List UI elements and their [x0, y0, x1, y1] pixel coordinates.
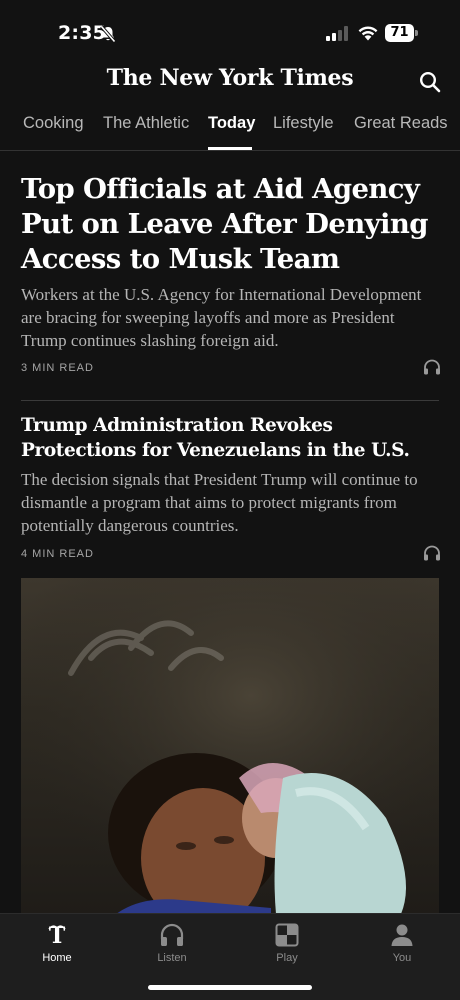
nav-listen[interactable]: Listen: [127, 922, 217, 964]
tab-today[interactable]: Today: [208, 114, 255, 133]
article-2-photo[interactable]: [21, 578, 439, 914]
tab-lifestyle[interactable]: Lifestyle: [273, 114, 334, 133]
article-1-summary[interactable]: Workers at the U.S. Agency for Internati…: [21, 283, 441, 352]
battery-icon: 71: [385, 24, 418, 42]
battery-cap: [415, 30, 418, 36]
home-indicator[interactable]: [148, 985, 312, 990]
section-tabs: Cooking The Athletic Today Lifestyle Gre…: [0, 104, 460, 151]
person-icon: [391, 924, 413, 946]
headphones-icon[interactable]: [423, 545, 441, 561]
article-2-read-time: 4 MIN READ: [21, 548, 94, 560]
photo-illustration: [21, 578, 439, 914]
battery-level: 71: [385, 24, 414, 42]
signal-icon: [326, 26, 348, 41]
article-2-summary[interactable]: The decision signals that President Trum…: [21, 468, 441, 537]
nyt-masthead-logo[interactable]: The New York Times: [0, 60, 460, 96]
tab-cooking[interactable]: Cooking: [23, 114, 84, 133]
nyt-logo-icon: T: [48, 923, 66, 948]
nav-listen-label: Listen: [157, 952, 187, 964]
play-grid-icon: [275, 923, 299, 947]
nav-play[interactable]: Play: [242, 922, 332, 964]
active-tab-indicator: [208, 147, 252, 150]
nav-play-label: Play: [276, 952, 298, 964]
bell-slash-icon: [100, 25, 116, 43]
wifi-icon: [358, 26, 378, 41]
article-divider: [21, 400, 439, 401]
headphones-icon: [160, 923, 184, 946]
headphones-icon[interactable]: [423, 359, 441, 375]
article-1-read-time: 3 MIN READ: [21, 362, 94, 374]
nav-you-label: You: [392, 952, 412, 964]
tab-the-athletic[interactable]: The Athletic: [103, 114, 189, 133]
nav-home[interactable]: T Home: [12, 922, 102, 964]
nav-you[interactable]: You: [357, 922, 447, 964]
tab-great-reads[interactable]: Great Reads: [354, 114, 448, 133]
article-1-headline[interactable]: Top Officials at Aid Agency Put on Leave…: [21, 172, 441, 277]
status-bar: 2:35 71: [0, 0, 460, 60]
search-icon[interactable]: [418, 70, 442, 94]
nav-home-label: Home: [42, 952, 72, 964]
article-2-headline[interactable]: Trump Administration Revokes Protections…: [21, 413, 441, 463]
